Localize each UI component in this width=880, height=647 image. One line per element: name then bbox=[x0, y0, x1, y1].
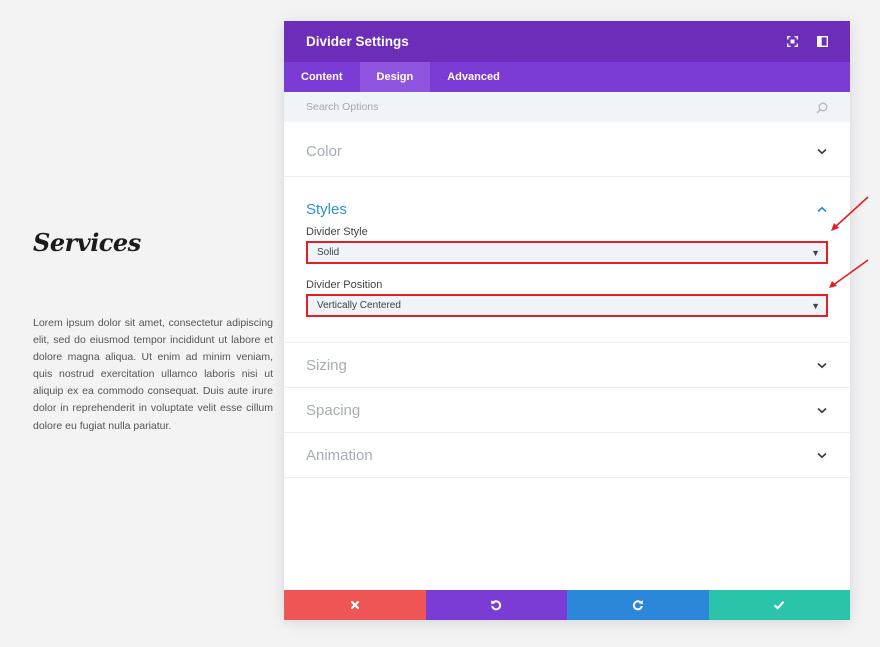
search-bar bbox=[284, 92, 850, 122]
decorative-divider bbox=[33, 272, 93, 292]
section-color[interactable]: Color bbox=[284, 122, 850, 177]
section-styles-label: Styles bbox=[306, 200, 347, 218]
chevron-down-icon[interactable] bbox=[816, 405, 828, 417]
chevron-down-icon[interactable] bbox=[816, 360, 828, 372]
section-color-label: Color bbox=[306, 142, 342, 160]
section-sizing[interactable]: Sizing bbox=[284, 343, 850, 388]
undo-button[interactable] bbox=[425, 590, 567, 620]
save-button[interactable] bbox=[708, 590, 850, 620]
section-sizing-label: Sizing bbox=[306, 357, 347, 374]
section-styles: Styles Divider Style Solid ▼ Divider Pos… bbox=[284, 177, 850, 343]
modal-title: Divider Settings bbox=[306, 34, 409, 49]
redo-button[interactable] bbox=[567, 590, 709, 620]
undo-icon bbox=[491, 600, 502, 611]
section-animation-label: Animation bbox=[306, 447, 373, 464]
section-animation[interactable]: Animation bbox=[284, 433, 850, 478]
section-spacing[interactable]: Spacing bbox=[284, 388, 850, 433]
check-icon bbox=[773, 601, 785, 610]
divider-position-label: Divider Position bbox=[306, 279, 383, 291]
divider-settings-modal: Divider Settings Content Design Advanced… bbox=[284, 21, 850, 620]
modal-footer bbox=[284, 590, 850, 620]
section-spacing-label: Spacing bbox=[306, 402, 361, 419]
divider-style-value: Solid bbox=[317, 247, 340, 258]
search-input[interactable] bbox=[306, 101, 766, 113]
chevron-down-icon[interactable] bbox=[816, 450, 828, 462]
tab-advanced[interactable]: Advanced bbox=[430, 62, 517, 92]
search-icon[interactable] bbox=[816, 101, 828, 119]
divider-style-field: Divider Style Solid ▼ bbox=[284, 226, 850, 264]
chevron-up-icon[interactable] bbox=[816, 203, 828, 215]
body-text: Lorem ipsum dolor sit amet, consectetur … bbox=[33, 317, 273, 432]
tab-bar: Content Design Advanced bbox=[284, 62, 850, 92]
chevron-down-icon[interactable] bbox=[816, 145, 828, 157]
sidebar-icon[interactable] bbox=[814, 33, 830, 49]
dropdown-arrow-icon: ▼ bbox=[811, 248, 820, 258]
divider-position-select[interactable]: Vertically Centered ▼ bbox=[306, 294, 828, 317]
divider-position-field: Divider Position Vertically Centered ▼ bbox=[284, 279, 850, 317]
fullscreen-icon[interactable] bbox=[784, 33, 800, 49]
tab-design[interactable]: Design bbox=[359, 62, 431, 92]
divider-position-value: Vertically Centered bbox=[317, 300, 401, 311]
modal-header: Divider Settings bbox=[284, 21, 850, 62]
tab-content[interactable]: Content bbox=[284, 62, 360, 92]
divider-style-label: Divider Style bbox=[306, 226, 368, 238]
close-icon bbox=[350, 600, 359, 610]
annotation-arrow bbox=[831, 196, 869, 231]
page-title: Services bbox=[33, 228, 141, 257]
annotation-arrow bbox=[829, 259, 869, 288]
divider-style-select[interactable]: Solid ▼ bbox=[306, 241, 828, 264]
redo-icon bbox=[632, 600, 643, 611]
dropdown-arrow-icon: ▼ bbox=[811, 301, 820, 311]
cancel-button[interactable] bbox=[284, 590, 426, 620]
